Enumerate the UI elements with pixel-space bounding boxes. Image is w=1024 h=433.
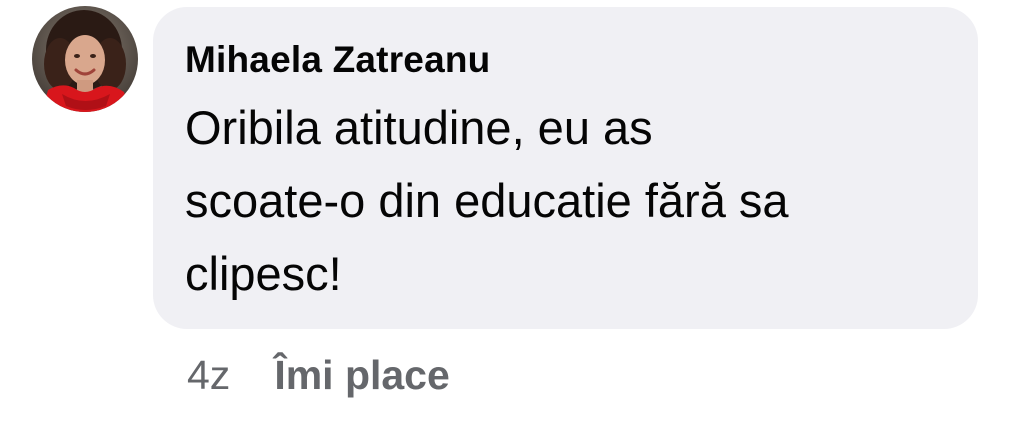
avatar[interactable]: [32, 6, 138, 112]
comment-bubble: Mihaela Zatreanu Oribila atitudine, eu a…: [153, 7, 978, 329]
profile-photo-icon: [32, 6, 138, 112]
comment-text: Oribila atitudine, eu as scoate-o din ed…: [185, 101, 789, 300]
comment-author[interactable]: Mihaela Zatreanu: [185, 35, 948, 85]
comment-timestamp[interactable]: 4z: [187, 352, 230, 399]
like-button[interactable]: Îmi place: [274, 352, 449, 399]
comment-actions: 4z Îmi place: [187, 345, 450, 405]
comment: Mihaela Zatreanu Oribila atitudine, eu a…: [0, 0, 1024, 433]
